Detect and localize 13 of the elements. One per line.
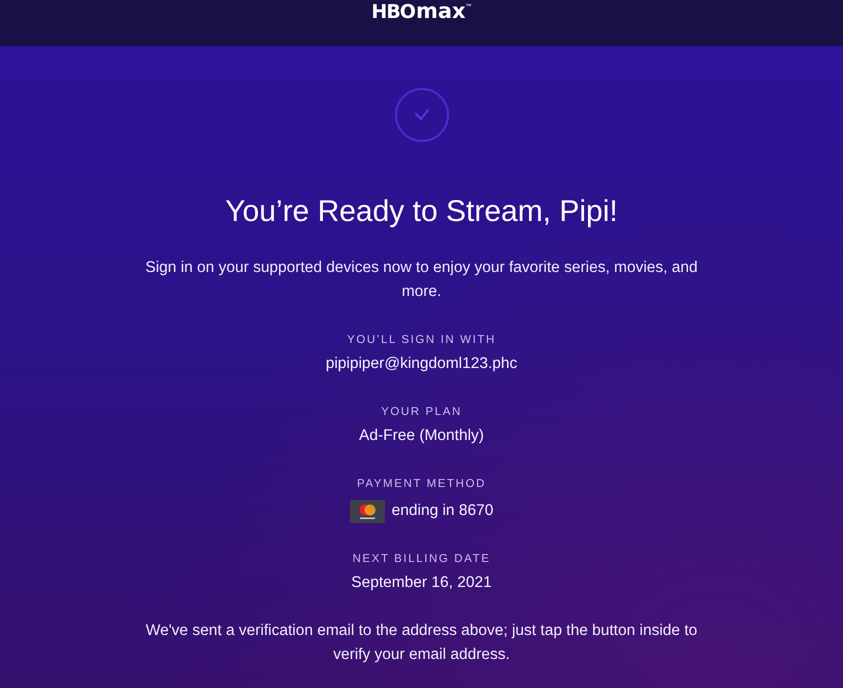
credit-card-icon [350,500,385,522]
detail-label: YOUR PLAN [381,405,462,420]
detail-value: September 16, 2021 [351,573,492,593]
detail-label: YOU’LL SIGN IN WITH [347,333,496,348]
page-title: You’re Ready to Stream, Pipi! [225,194,618,230]
detail-value: pipipiper@kingdoml123.phc [326,354,518,374]
detail-label: NEXT BILLING DATE [352,552,490,567]
verification-note: We've sent a verification email to the address above; just tap the button inside to verify your email address. [144,621,698,665]
intro-text: Sign in on your supported devices now to enjoy your favorite series, movies, and more. [144,258,699,302]
detail-label: PAYMENT METHOD [356,477,486,492]
payment-method-value: ending in 8670 [392,501,494,521]
detail-value: Ad-Free (Monthly) [359,426,484,446]
check-circle-icon [394,88,448,142]
